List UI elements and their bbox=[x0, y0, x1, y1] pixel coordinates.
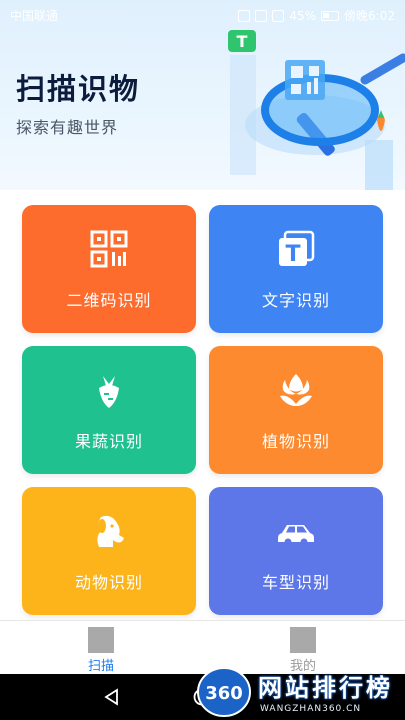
card-label: 果蔬识别 bbox=[74, 432, 143, 451]
360-logo-icon: 360 bbox=[197, 667, 251, 717]
car-icon bbox=[278, 525, 314, 546]
card-label: 植物识别 bbox=[261, 432, 330, 451]
feature-grid: 二维码识别 T 文字识别 果蔬识别 植物识别 动物识别 车型识别 bbox=[0, 190, 405, 620]
header-banner: 中国联通 45% 傍晚6:02 扫描识物 探索有趣世界 T bbox=[0, 0, 405, 190]
page-subtitle: 探索有趣世界 bbox=[16, 118, 119, 137]
page-title: 扫描识物 bbox=[16, 72, 141, 106]
watermark-title: 网站排行榜 bbox=[258, 674, 393, 702]
animal-recognition-card[interactable]: 动物识别 bbox=[22, 487, 196, 615]
text-t-icon: T bbox=[279, 230, 315, 267]
card-label: 车型识别 bbox=[261, 573, 330, 592]
tab-scan[interactable]: 扫描 bbox=[0, 621, 202, 675]
text-recognition-card[interactable]: T 文字识别 bbox=[209, 205, 383, 333]
produce-recognition-card[interactable]: 果蔬识别 bbox=[22, 346, 196, 474]
qr-code-icon bbox=[90, 230, 128, 268]
dog-icon bbox=[97, 515, 124, 547]
svg-text:T: T bbox=[237, 32, 248, 51]
watermark-badge: 360 bbox=[205, 683, 243, 704]
carrot-icon bbox=[99, 376, 119, 408]
watermark-url: WANGZHAN360.CN bbox=[260, 704, 362, 714]
card-label: 动物识别 bbox=[74, 573, 143, 592]
tab-label: 扫描 bbox=[87, 659, 114, 674]
back-icon[interactable] bbox=[102, 687, 122, 707]
car-recognition-card[interactable]: 车型识别 bbox=[209, 487, 383, 615]
qr-code-recognition-card[interactable]: 二维码识别 bbox=[22, 205, 196, 333]
card-label: 二维码识别 bbox=[66, 291, 152, 310]
svg-text:T: T bbox=[285, 242, 300, 267]
battery-icon bbox=[321, 10, 340, 21]
plant-recognition-card[interactable]: 植物识别 bbox=[209, 346, 383, 474]
scan-tab-icon bbox=[88, 627, 114, 653]
carrier-text: 中国联通 bbox=[10, 9, 59, 23]
profile-tab-icon bbox=[290, 627, 316, 653]
card-label: 文字识别 bbox=[261, 291, 330, 310]
magnifier-illustration: T bbox=[228, 30, 405, 190]
site-watermark: 360 网站排行榜 WANGZHAN360.CN bbox=[196, 664, 405, 720]
flower-icon bbox=[280, 374, 312, 406]
